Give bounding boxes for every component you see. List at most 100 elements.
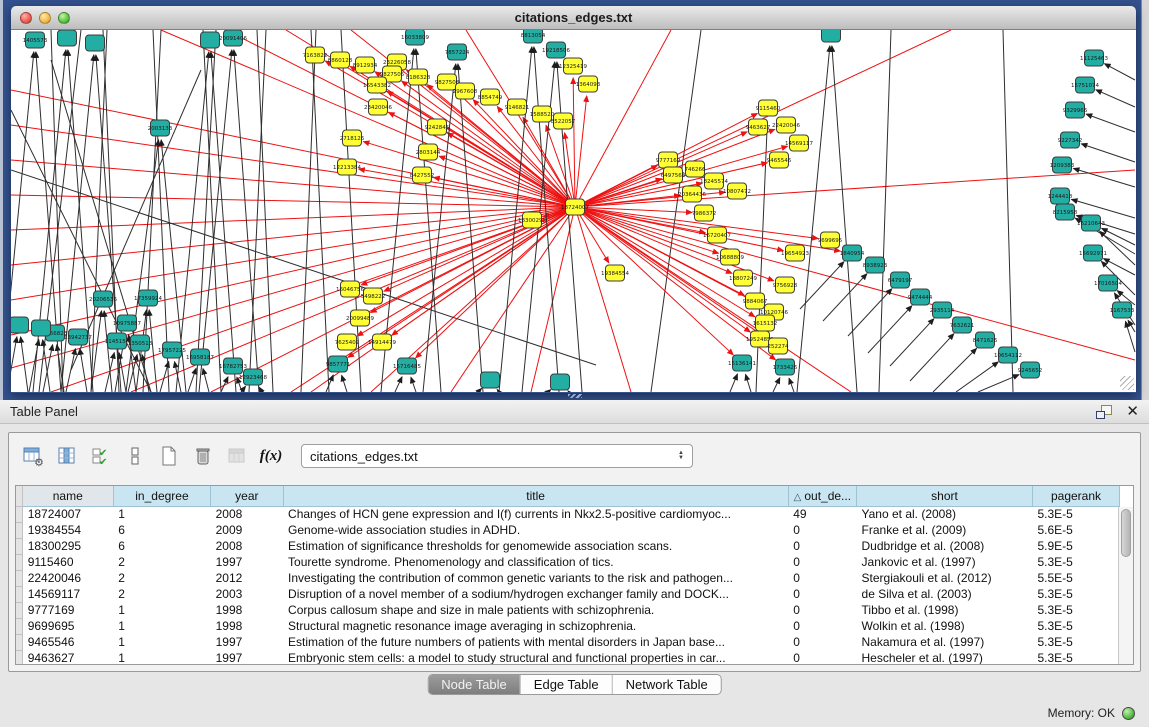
table-cell[interactable]: Stergiakouli et al. (2012) <box>857 570 1033 586</box>
table-cell[interactable]: Disruption of a novel member of a sodium… <box>283 586 788 602</box>
table-cell[interactable]: 5.3E-5 <box>1032 634 1119 650</box>
graph-node-yellow[interactable]: 9242845 <box>425 119 450 135</box>
table-cell[interactable]: Tourette syndrome. Phenomenology and cla… <box>283 554 788 570</box>
table-cell[interactable]: 0 <box>788 554 856 570</box>
table-cell[interactable]: de Silva et al. (2003) <box>857 586 1033 602</box>
table-cell[interactable]: 1997 <box>211 634 283 650</box>
table-cell[interactable]: 1998 <box>211 618 283 634</box>
graph-node-yellow[interactable]: 7625402 <box>335 334 360 350</box>
table-row[interactable]: 1938455462009Genome-wide association stu… <box>16 522 1120 538</box>
graph-node-teal[interactable]: 8813054 <box>521 30 546 43</box>
graph-node-yellow[interactable]: 14569117 <box>785 135 813 151</box>
table-cell[interactable]: Changes of HCN gene expression and I(f) … <box>283 506 788 522</box>
graph-node-teal[interactable] <box>551 374 570 390</box>
table-selector-dropdown[interactable]: citations_edges.txt ▲▼ <box>301 444 693 468</box>
table-cell[interactable]: 0 <box>788 538 856 554</box>
graph-node-teal[interactable]: 8938923 <box>863 257 888 273</box>
graph-node-yellow[interactable]: 10807472 <box>723 183 751 199</box>
column-header-short[interactable]: short <box>857 486 1033 506</box>
scrollbar-thumb[interactable] <box>1121 509 1131 557</box>
table-cell[interactable]: 5.3E-5 <box>1032 650 1119 665</box>
table-options-button[interactable]: ⚙ <box>21 444 45 468</box>
graph-node-yellow[interactable]: 19384554 <box>601 265 629 281</box>
new-column-button[interactable] <box>157 444 181 468</box>
graph-node-teal[interactable]: 9329966 <box>1063 102 1088 118</box>
table-cell[interactable]: Hescheler et al. (1997) <box>857 650 1033 665</box>
table-cell[interactable]: 9699695 <box>22 618 113 634</box>
table-cell[interactable]: Embryonic stem cells: a model to study s… <box>283 650 788 665</box>
table-row[interactable]: 946362711997Embryonic stem cells: a mode… <box>16 650 1120 665</box>
table-cell[interactable]: 2012 <box>211 570 283 586</box>
graph-node-yellow[interactable]: 18807249 <box>729 270 757 286</box>
graph-node-yellow[interactable]: 6497568 <box>661 167 686 183</box>
graph-node-teal[interactable] <box>32 320 51 336</box>
table-cell[interactable]: 9463627 <box>22 650 113 665</box>
graph-node-yellow[interactable]: 5498222 <box>361 288 386 304</box>
graph-node-teal[interactable]: 9227342 <box>1058 132 1083 148</box>
graph-node-yellow[interactable]: 9777169 <box>656 152 681 168</box>
column-header-in-degree[interactable]: in_degree <box>113 486 210 506</box>
table-cell[interactable]: 49 <box>788 506 856 522</box>
table-scrollbar[interactable] <box>1118 507 1133 664</box>
graph-node-teal[interactable] <box>201 32 220 48</box>
table-cell[interactable]: 1 <box>113 602 210 618</box>
table-cell[interactable]: 5.3E-5 <box>1032 506 1119 522</box>
graph-node-yellow[interactable]: 8860128 <box>328 52 353 68</box>
graph-node-teal[interactable] <box>58 30 77 46</box>
table-cell[interactable]: Wolkin et al. (1998) <box>857 618 1033 634</box>
table-cell[interactable]: 0 <box>788 570 856 586</box>
table-cell[interactable]: 0 <box>788 522 856 538</box>
graph-node-yellow[interactable]: 9756928 <box>773 277 798 293</box>
table-cell[interactable]: 2003 <box>211 586 283 602</box>
column-header-title[interactable]: title <box>283 486 788 506</box>
table-row[interactable]: 1830029562008Estimation of significance … <box>16 538 1120 554</box>
table-cell[interactable]: 0 <box>788 602 856 618</box>
graph-node-teal[interactable]: 12923468 <box>239 369 267 385</box>
graph-node-teal[interactable]: 17016504 <box>1094 275 1122 291</box>
table-cell[interactable]: 2008 <box>211 538 283 554</box>
table-cell[interactable]: 0 <box>788 618 856 634</box>
table-cell[interactable]: Nakamura et al. (1997) <box>857 634 1033 650</box>
column-header-out-degree[interactable]: △out_de... <box>788 486 856 506</box>
graph-node-yellow[interactable]: 9884067 <box>743 293 768 309</box>
graph-node-teal[interactable]: 1840954 <box>840 245 865 261</box>
graph-node-teal[interactable]: 9474444 <box>908 289 933 305</box>
table-cell[interactable]: Dudbridge et al. (2008) <box>857 538 1033 554</box>
graph-node-yellow[interactable]: 18245574 <box>700 173 728 189</box>
graph-node-teal[interactable] <box>481 372 500 388</box>
table-cell[interactable]: 5.3E-5 <box>1032 554 1119 570</box>
graph-node-yellow[interactable]: 7986372 <box>692 205 717 221</box>
table-cell[interactable]: 9465546 <box>22 634 113 650</box>
graph-node-yellow[interactable]: 16543382 <box>363 77 391 93</box>
graph-node-teal[interactable]: 2003133 <box>148 120 173 136</box>
table-cell[interactable]: 2008 <box>211 506 283 522</box>
table-cell[interactable]: 5.3E-5 <box>1032 586 1119 602</box>
close-window-icon[interactable] <box>20 12 32 24</box>
graph-node-yellow[interactable]: 7163822 <box>303 47 328 63</box>
graph-node-yellow[interactable]: 9699695 <box>818 232 843 248</box>
minimize-window-icon[interactable] <box>39 12 51 24</box>
table-cell[interactable]: Estimation of significance thresholds fo… <box>283 538 788 554</box>
graph-node-yellow[interactable]: 2718126 <box>340 130 365 146</box>
table-cell[interactable]: Investigating the contribution of common… <box>283 570 788 586</box>
graph-node-yellow[interactable]: 1364093 <box>576 76 601 92</box>
table-cell[interactable]: 5.6E-5 <box>1032 522 1119 538</box>
table-cell[interactable]: Yano et al. (2008) <box>857 506 1033 522</box>
network-canvas[interactable]: 7163822886012889129342322605898275051654… <box>11 30 1136 392</box>
table-row[interactable]: 2242004622012Investigating the contribut… <box>16 570 1120 586</box>
table-cell[interactable]: 2 <box>113 570 210 586</box>
graph-node-yellow[interactable]: 16720407 <box>703 227 731 243</box>
graph-node-teal[interactable]: 11125463 <box>1080 50 1108 66</box>
tab-node-table[interactable]: Node Table <box>428 675 520 694</box>
table-cell[interactable]: Tibbo et al. (1998) <box>857 602 1033 618</box>
graph-node-yellow[interactable]: 8912934 <box>353 57 378 73</box>
graph-node-teal[interactable]: 9245652 <box>1018 362 1043 378</box>
graph-node-yellow[interactable]: 19654923 <box>781 245 809 261</box>
graph-node-yellow[interactable]: 9465546 <box>767 152 792 168</box>
table-cell[interactable]: 22420046 <box>22 570 113 586</box>
graph-node-yellow[interactable]: 8427552 <box>410 167 435 183</box>
table-row[interactable]: 1456911722003Disruption of a novel membe… <box>16 586 1120 602</box>
table-cell[interactable]: 18724007 <box>22 506 113 522</box>
table-cell[interactable]: 0 <box>788 586 856 602</box>
table-cell[interactable]: 1997 <box>211 554 283 570</box>
